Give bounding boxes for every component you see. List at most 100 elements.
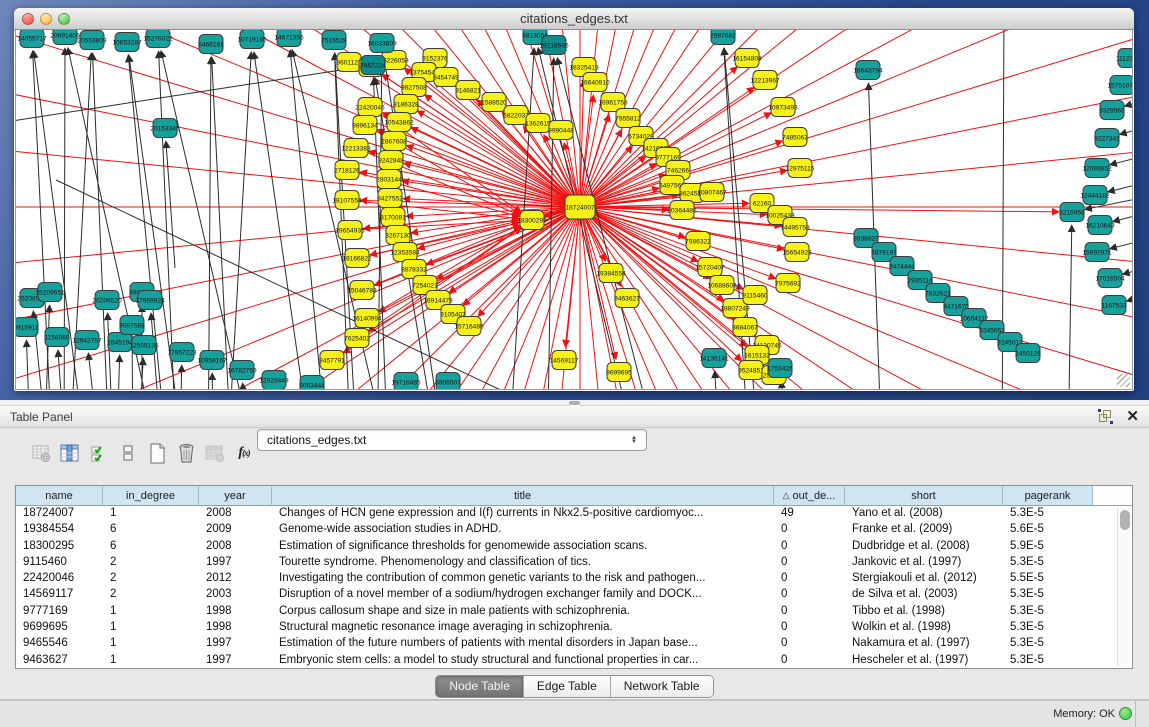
graph-node[interactable]: 20691406 [50,30,80,45]
table-row[interactable]: 2242004622012Investigating the contribut… [16,571,1132,587]
tab-edge-table[interactable]: Edge Table [524,676,611,697]
graph-node[interactable]: 18724007 [565,195,595,219]
table-cell[interactable]: 0 [774,604,845,620]
graph-node[interactable]: 12444182 [1080,186,1110,205]
table-cell[interactable]: Disruption of a novel member of a sodium… [272,587,774,603]
table-cell[interactable]: Nakamura et al. (1997) [845,636,1003,652]
node-table[interactable]: namein_degreeyeartitle△out_de...shortpag… [15,485,1133,669]
column-header-year[interactable]: year [199,486,272,506]
graph-node[interactable]: 16210643 [1085,216,1115,235]
table-cell[interactable]: 6 [103,539,199,555]
graph-node[interactable]: 8170081 [380,208,406,227]
graph-node[interactable]: 16640910 [580,73,610,92]
table-settings-icon[interactable] [30,441,52,465]
table-cell[interactable]: 18724007 [16,506,103,522]
graph-node[interactable]: 19716485 [391,373,421,391]
graph-node[interactable]: 3684067 [732,318,758,337]
table-row[interactable]: 911546021997Tourette syndrome. Phenomeno… [16,555,1132,571]
table-cell[interactable]: 0 [774,620,845,636]
table-cell[interactable]: 1 [103,506,199,522]
table-cell[interactable]: 6 [103,522,199,538]
table-cell[interactable]: Genome-wide association studies in ADHD. [272,522,774,538]
table-row[interactable]: 977716911998Corpus callosum shape and si… [16,604,1132,620]
graph-node[interactable]: 20153346 [150,119,180,138]
graph-node[interactable]: 15692971 [1082,243,1112,262]
graph-node[interactable]: 9242848 [378,151,404,170]
table-row[interactable]: 1938455462009Genome-wide association stu… [16,522,1132,538]
graph-node[interactable]: 12942757 [72,331,102,350]
graph-node[interactable]: 19166822 [342,249,372,268]
graph-node[interactable]: 9329966 [1099,101,1125,120]
network-window-titlebar[interactable]: citations_edges.txt [14,8,1134,30]
table-cell[interactable]: 1 [103,620,199,636]
graph-node[interactable]: 2687682 [710,30,736,45]
graph-node[interactable]: 6466161 [198,35,224,54]
table-cell[interactable]: Tibbo et al. (1998) [845,604,1003,620]
network-window[interactable]: citations_edges.txt 18724007 18300295 91… [14,8,1134,391]
graph-node[interactable]: 7515528 [321,31,347,50]
table-cell[interactable]: Estimation of the future numbers of pati… [272,636,774,652]
column-header-name[interactable]: name [16,486,103,506]
table-cell[interactable]: 9463627 [16,653,103,669]
table-cell[interactable]: 5.3E-5 [1003,604,1093,620]
graph-node[interactable]: 2450128 [1015,344,1041,363]
graph-node[interactable]: 8186328 [393,95,419,114]
show-column-icon[interactable] [59,441,81,465]
table-cell[interactable]: 49 [774,506,845,522]
graph-node[interactable]: 20206520 [92,291,122,310]
table-cell[interactable]: 9777169 [16,604,103,620]
graph-node[interactable]: 1167533 [1101,296,1127,315]
table-cell[interactable]: Embryonic stem cells: a model to study s… [272,653,774,669]
table-cell[interactable]: Corpus callosum shape and size in male p… [272,604,774,620]
table-cell[interactable]: Investigating the contribution of common… [272,571,774,587]
graph-node[interactable]: 20553809 [77,31,107,50]
graph-node[interactable]: 12923448 [259,371,289,390]
table-cell[interactable]: Wolkin et al. (1998) [845,620,1003,636]
column-header-in_degree[interactable]: in_degree [103,486,199,506]
graph-node[interactable]: 10653287 [112,33,142,52]
graph-node[interactable]: 7955812 [615,109,641,128]
table-cell[interactable]: 2012 [199,571,272,587]
graph-node[interactable]: 15276022 [143,30,173,48]
table-cell[interactable]: 0 [774,571,845,587]
table-cell[interactable]: 1 [103,636,199,652]
table-row[interactable]: 1872400712008Changes of HCN gene express… [16,506,1132,522]
delete-table-icon[interactable] [175,441,197,465]
graph-node[interactable]: 9827508 [401,78,427,97]
table-cell[interactable]: 5.6E-5 [1003,522,1093,538]
table-cell[interactable]: Stergiakouli et al. (2012) [845,571,1003,587]
graph-node[interactable]: 3915911 [16,318,39,337]
graph-node[interactable]: 7986322 [685,232,711,251]
table-cell[interactable]: Tourette syndrome. Phenomenology and cla… [272,555,774,571]
table-source-select[interactable]: citations_edges.txt ▲▼ [257,429,647,451]
graph-node[interactable]: 10688609 [707,276,737,295]
graph-node[interactable]: 15716485 [454,317,484,336]
table-cell[interactable]: 0 [774,522,845,538]
table-cell[interactable]: Jankovic et al. (1997) [845,555,1003,571]
column-header-pagerank[interactable]: pagerank [1003,486,1093,506]
graph-node[interactable]: 15751074 [1107,76,1133,95]
graph-node[interactable]: 15209651 [35,283,65,302]
table-cell[interactable]: 0 [774,653,845,669]
table-row[interactable]: 1830029562008Estimation of significance … [16,539,1132,555]
function-builder-icon[interactable]: f(x) [233,441,255,465]
column-header-out_de[interactable]: △out_de... [774,486,845,506]
graph-node[interactable]: 8454749 [433,68,459,87]
table-cell[interactable]: 1998 [199,604,272,620]
graph-node[interactable]: 8427552 [377,189,403,208]
table-row[interactable]: 1456911722003Disruption of a novel membe… [16,587,1132,603]
graph-node[interactable]: 16033809 [367,34,397,53]
graph-node[interactable]: 16140994 [352,309,382,328]
table-row[interactable]: 946554611997Estimation of the future num… [16,636,1132,652]
graph-node[interactable]: 16782759 [227,361,257,380]
graph-node[interactable]: 14671355 [274,30,304,47]
tab-node-table[interactable]: Node Table [436,676,524,697]
graph-node[interactable]: 12975115 [786,159,815,178]
graph-node[interactable]: 11123544 [1116,49,1133,68]
graph-node[interactable]: 2718126 [334,161,360,180]
float-panel-icon[interactable] [1099,410,1112,423]
table-cell[interactable]: 1997 [199,653,272,669]
column-header-short[interactable]: short [845,486,1003,506]
table-cell[interactable]: 5.9E-5 [1003,539,1093,555]
graph-node[interactable]: 9990448 [548,121,574,140]
